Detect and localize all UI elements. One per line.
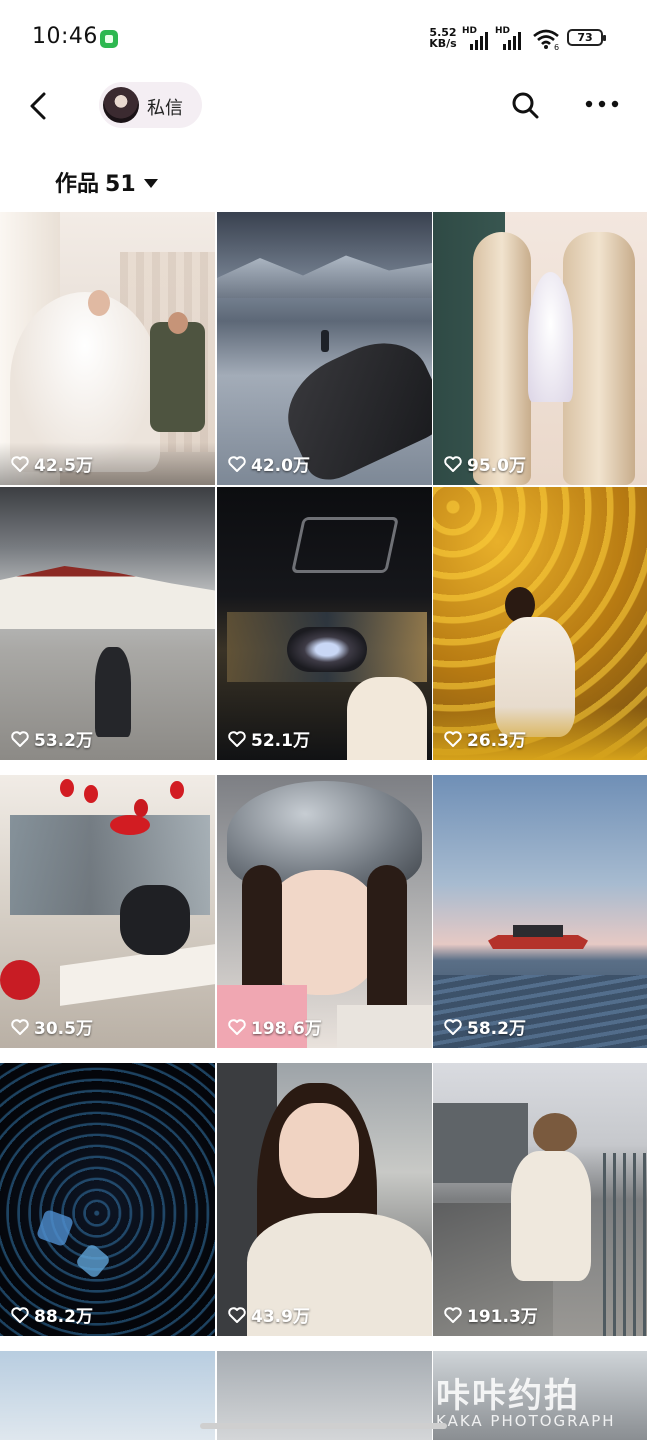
video-thumbnail[interactable]: 30.5万 — [0, 775, 215, 1048]
wifi-icon: 6 — [533, 29, 559, 50]
back-arrow-icon[interactable] — [22, 86, 56, 126]
heart-icon — [11, 1018, 29, 1035]
status-time: 10:46 — [32, 24, 98, 49]
video-thumbnail[interactable] — [0, 1351, 215, 1440]
like-count: 198.6万 — [227, 1014, 322, 1039]
like-count: 42.5万 — [10, 451, 93, 476]
like-count: 191.3万 — [443, 1302, 538, 1327]
works-count: 51 — [105, 172, 136, 197]
video-thumbnail[interactable]: 42.0万 — [217, 212, 432, 485]
signal-icon: HD — [462, 26, 492, 50]
direct-message-button[interactable]: 私信 — [99, 82, 202, 128]
works-tab-dropdown[interactable]: 作品 51 — [55, 166, 158, 197]
heart-icon — [11, 730, 29, 747]
works-tab-label: 作品 — [55, 172, 100, 197]
like-count: 53.2万 — [10, 726, 93, 751]
battery-icon: 73 — [567, 29, 606, 46]
video-thumbnail[interactable]: 42.5万 — [0, 212, 215, 485]
signal-icon-2: HD — [495, 26, 525, 50]
heart-icon — [228, 1306, 246, 1323]
like-count: 26.3万 — [443, 726, 526, 751]
watermark-text: 咔咔约拍 — [436, 1376, 580, 1416]
signal-hd-label: HD — [462, 26, 478, 36]
direct-message-label: 私信 — [147, 98, 183, 119]
heart-icon — [11, 1306, 29, 1323]
like-count: 30.5万 — [10, 1014, 93, 1039]
search-icon[interactable] — [510, 90, 540, 120]
like-count: 42.0万 — [227, 451, 310, 476]
like-count: 95.0万 — [443, 451, 526, 476]
wifi-label: 6 — [554, 43, 559, 50]
video-thumbnail[interactable]: 53.2万 — [0, 487, 215, 760]
heart-icon — [444, 730, 462, 747]
more-icon[interactable] — [584, 92, 620, 116]
like-count: 43.9万 — [227, 1302, 310, 1327]
heart-icon — [228, 730, 246, 747]
heart-icon — [444, 1018, 462, 1035]
profile-header: 私信 — [0, 78, 647, 136]
battery-level: 73 — [577, 31, 593, 44]
video-thumbnail[interactable]: 43.9万 — [217, 1063, 432, 1336]
video-thumbnail[interactable]: 26.3万 — [433, 487, 647, 760]
heart-icon — [444, 1306, 462, 1323]
network-speed: 5.52 KB/s — [426, 27, 460, 49]
like-count: 58.2万 — [443, 1014, 526, 1039]
heart-icon — [444, 455, 462, 472]
video-thumbnail[interactable]: 191.3万 — [433, 1063, 647, 1336]
network-speed-unit: KB/s — [429, 37, 457, 50]
watermark-subtext: KAKA PHOTOGRAPH — [436, 1412, 616, 1430]
video-thumbnail[interactable]: 198.6万 — [217, 775, 432, 1048]
home-indicator[interactable] — [200, 1423, 447, 1429]
heart-icon — [11, 455, 29, 472]
signal-hd-label-2: HD — [495, 26, 511, 36]
app-notification-icon — [100, 30, 118, 48]
video-thumbnail[interactable]: 95.0万 — [433, 212, 647, 485]
video-thumbnail[interactable]: 52.1万 — [217, 487, 432, 760]
like-count: 52.1万 — [227, 726, 310, 751]
heart-icon — [228, 1018, 246, 1035]
caret-down-icon — [143, 179, 158, 188]
video-thumbnail[interactable]: 58.2万 — [433, 775, 647, 1048]
status-bar: 10:46 5.52 KB/s HD HD 6 73 — [0, 0, 647, 78]
video-thumbnail[interactable]: 88.2万 — [0, 1063, 215, 1336]
like-count: 88.2万 — [10, 1302, 93, 1327]
heart-icon — [228, 455, 246, 472]
avatar — [103, 87, 139, 123]
